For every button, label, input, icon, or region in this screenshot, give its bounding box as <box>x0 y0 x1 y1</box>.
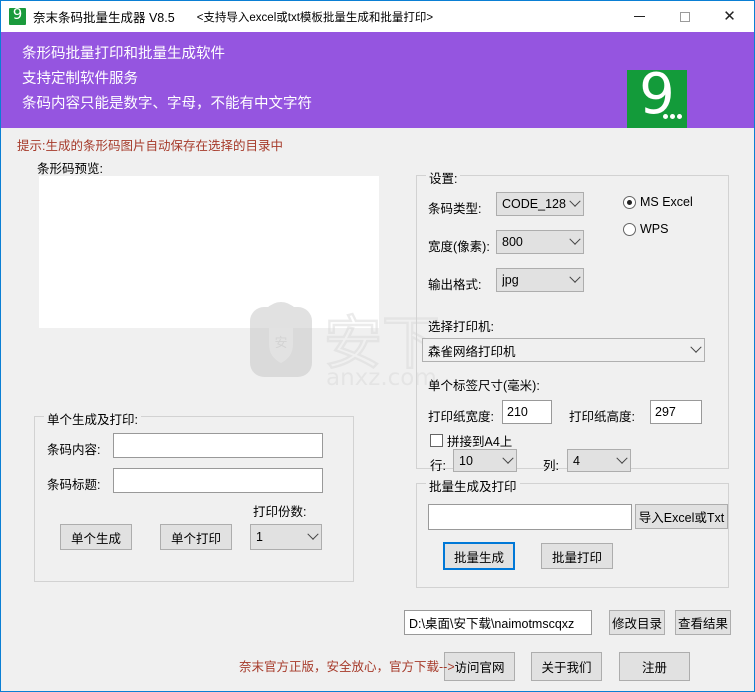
chevron-down-icon <box>566 269 583 291</box>
rows-value: 10 <box>459 453 473 468</box>
barcode-type-label: 条码类型: <box>428 202 482 216</box>
single-generate-group: 单个生成及打印: 条码内容: 条码标题: 打印份数: 单个生成 单个打印 1 <box>34 409 354 582</box>
output-format-select[interactable]: jpg <box>496 268 584 292</box>
official-notice-text: 奈末官方正版，安全放心，官方下载--> <box>239 660 455 674</box>
barcode-type-select[interactable]: CODE_128 <box>496 192 584 216</box>
batch-generate-button[interactable]: 批量生成 <box>443 542 515 570</box>
banner-line-2: 支持定制软件服务 <box>22 71 138 87</box>
brand-logo-dots-icon <box>663 114 682 119</box>
barcode-preview-area[interactable] <box>39 176 379 328</box>
brand-logo-icon: 9 <box>627 64 687 128</box>
minimize-button[interactable] <box>617 1 662 32</box>
output-directory-input[interactable]: D:\桌面\安下载\naimotmscqxz <box>404 610 592 635</box>
rows-select[interactable]: 10 <box>453 449 517 472</box>
settings-group-title: 设置: <box>426 168 461 187</box>
chevron-down-icon <box>499 450 516 471</box>
title-bar: 奈末条码批量生成器 V8.5 <支持导入excel或txt模板批量生成和批量打印… <box>1 1 754 32</box>
chevron-down-icon <box>566 231 583 253</box>
maximize-button[interactable] <box>662 1 707 32</box>
printer-select[interactable]: 森雀网络打印机 <box>422 338 705 362</box>
hint-text: 提示:生成的条形码图片自动保存在选择的目录中 <box>17 139 283 153</box>
settings-group: 设置: 条码类型: CODE_128 宽度(像素): 800 输出格式: jpg… <box>416 168 729 473</box>
chevron-down-icon <box>613 450 630 471</box>
single-print-button[interactable]: 单个打印 <box>160 524 232 550</box>
output-format-label: 输出格式: <box>428 278 482 292</box>
printer-label: 选择打印机: <box>428 320 494 334</box>
radio-selected-icon <box>623 195 636 209</box>
chevron-down-icon <box>304 525 321 549</box>
office-option-ms-excel-label: MS Excel <box>640 195 693 209</box>
print-copies-value: 1 <box>256 530 263 544</box>
register-button[interactable]: 注册 <box>619 652 690 681</box>
office-option-wps-label: WPS <box>640 222 669 236</box>
application-window: 奈末条码批量生成器 V8.5 <支持导入excel或txt模板批量生成和批量打印… <box>0 0 755 692</box>
import-excel-or-txt-button[interactable]: 导入Excel或Txt <box>635 504 728 529</box>
minimize-icon <box>634 16 645 17</box>
printer-value: 森雀网络打印机 <box>428 344 516 359</box>
cols-value: 4 <box>573 453 580 468</box>
close-icon: ✕ <box>723 7 736 25</box>
main-content: 提示:生成的条形码图片自动保存在选择的目录中 条形码预览: 安 安下 anxz.… <box>1 128 754 691</box>
batch-print-button[interactable]: 批量打印 <box>541 543 613 569</box>
chevron-down-icon <box>566 193 583 215</box>
width-select[interactable]: 800 <box>496 230 584 254</box>
barcode-content-label: 条码内容: <box>47 443 101 457</box>
batch-generate-group: 批量生成及打印 导入Excel或Txt 批量生成 批量打印 <box>416 476 729 588</box>
print-copies-select[interactable]: 1 <box>250 524 322 550</box>
cols-label: 列: <box>543 459 559 473</box>
barcode-content-input[interactable] <box>113 433 323 458</box>
rows-label: 行: <box>430 459 446 473</box>
barcode-type-value: CODE_128 <box>502 197 566 211</box>
banner-line-3: 条码内容只能是数字、字母，不能有中文字符 <box>22 96 312 112</box>
single-generate-button[interactable]: 单个生成 <box>60 524 132 550</box>
paper-height-label: 打印纸高度: <box>569 410 635 424</box>
tile-to-a4-checkbox[interactable]: 拼接到A4上 <box>430 431 512 450</box>
paper-width-input[interactable]: 210 <box>502 400 552 424</box>
radio-unselected-icon <box>623 222 636 236</box>
app-logo-icon <box>9 5 26 25</box>
view-result-button[interactable]: 查看结果 <box>675 610 731 635</box>
print-copies-label: 打印份数: <box>253 505 307 519</box>
width-value: 800 <box>502 235 523 249</box>
banner-text-block: 条形码批量打印和批量生成软件 支持定制软件服务 条码内容只能是数字、字母，不能有… <box>22 42 312 117</box>
window-title: 奈末条码批量生成器 V8.5 <box>33 11 175 25</box>
banner-line-1: 条形码批量打印和批量生成软件 <box>22 46 225 62</box>
output-format-value: jpg <box>502 273 519 287</box>
import-file-input[interactable] <box>428 504 632 530</box>
cols-select[interactable]: 4 <box>567 449 631 472</box>
svg-text:安: 安 <box>274 336 287 351</box>
change-directory-button[interactable]: 修改目录 <box>609 610 665 635</box>
label-size-label: 单个标签尺寸(毫米): <box>428 379 540 393</box>
promo-banner: 条形码批量打印和批量生成软件 支持定制软件服务 条码内容只能是数字、字母，不能有… <box>1 32 754 150</box>
width-label: 宽度(像素): <box>428 240 490 254</box>
barcode-title-input[interactable] <box>113 468 323 493</box>
office-option-ms-excel[interactable]: MS Excel <box>623 195 693 209</box>
chevron-down-icon <box>687 339 704 361</box>
maximize-icon <box>679 11 690 22</box>
window-subtitle: <支持导入excel或txt模板批量生成和批量打印> <box>196 11 434 24</box>
close-button[interactable]: ✕ <box>707 1 752 32</box>
office-option-wps[interactable]: WPS <box>623 222 668 236</box>
tile-to-a4-label: 拼接到A4上 <box>447 435 513 449</box>
barcode-title-label: 条码标题: <box>47 478 101 492</box>
preview-label: 条形码预览: <box>37 162 103 176</box>
paper-width-label: 打印纸宽度: <box>428 410 494 424</box>
checkbox-unchecked-icon <box>430 434 443 447</box>
batch-generate-group-title: 批量生成及打印 <box>426 476 520 495</box>
about-us-button[interactable]: 关于我们 <box>531 652 602 681</box>
single-generate-group-title: 单个生成及打印: <box>44 409 141 428</box>
paper-height-input[interactable]: 297 <box>650 400 702 424</box>
